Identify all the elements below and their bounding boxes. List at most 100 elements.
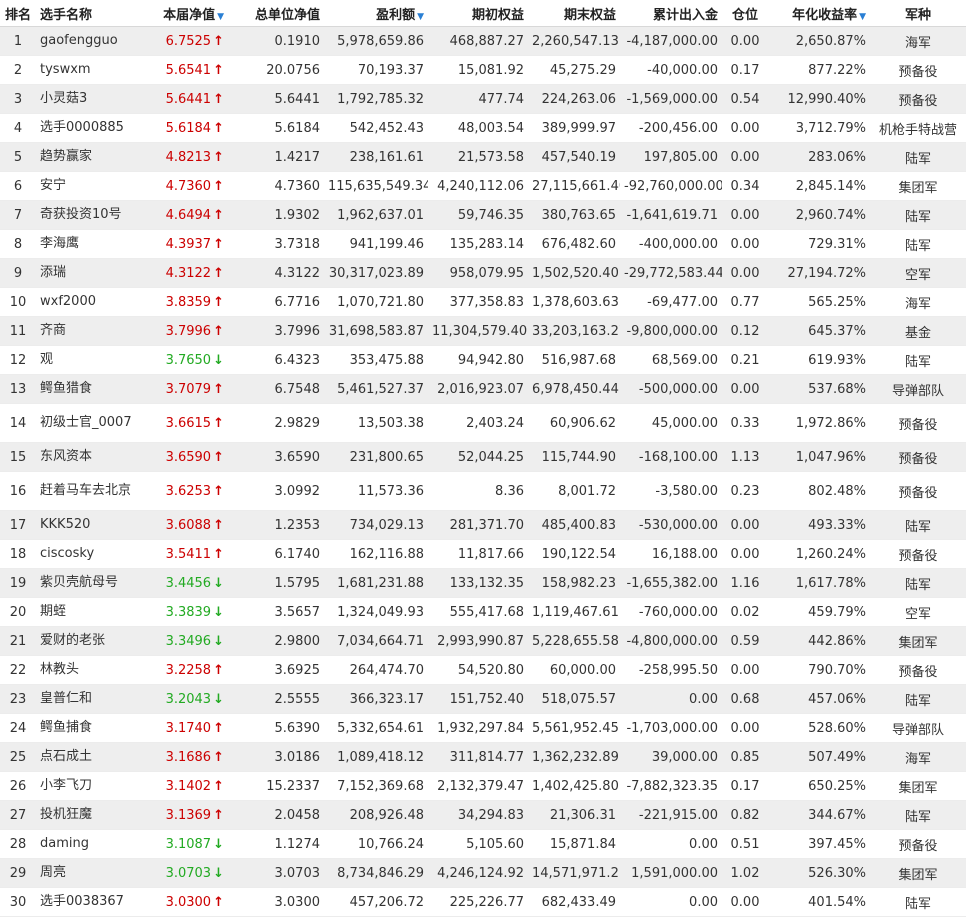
cell-nav: 3.4456 ↓ xyxy=(144,568,228,598)
table-row[interactable]: 24 鳄鱼捕食 3.1740 ↑ 5.6390 5,332,654.61 1,932,297… xyxy=(0,713,966,743)
table-row[interactable]: 30 选手0038367 3.0300 ↑ 3.0300 457,206.72 225,22… xyxy=(0,887,966,917)
cell-player-name[interactable]: ciscosky xyxy=(36,539,144,569)
cell-player-name[interactable]: 东风资本 xyxy=(36,442,144,472)
cell-branch: 基金 xyxy=(870,316,966,346)
table-row[interactable]: 27 投机狂魔 3.1369 ↑ 2.0458 208,926.48 34,294.83 21… xyxy=(0,800,966,830)
table-row[interactable]: 1 gaofengguo 6.7525 ↑ 0.1910 5,978,659.86 468,… xyxy=(0,26,966,56)
cell-initial-equity: 477.74 xyxy=(428,84,528,114)
cell-rank: 26 xyxy=(0,771,36,801)
cell-player-name[interactable]: gaofengguo xyxy=(36,26,144,56)
cell-total-nav: 1.5795 xyxy=(228,568,324,598)
cell-player-name[interactable]: 小灵菇3 xyxy=(36,84,144,114)
cell-player-name[interactable]: 奇获投资10号 xyxy=(36,200,144,230)
sort-down-icon[interactable]: ▼ xyxy=(417,12,424,22)
arrow-up-icon: ↑ xyxy=(213,483,224,499)
cell-player-name[interactable]: 鳄鱼捕食 xyxy=(36,713,144,743)
cell-player-name[interactable]: 周亮 xyxy=(36,858,144,888)
nav-value: 4.8213 xyxy=(165,149,212,165)
cell-player-name[interactable]: tyswxm xyxy=(36,55,144,85)
cell-player-name[interactable]: 鳄鱼猎食 xyxy=(36,374,144,404)
header-nav[interactable]: 本届净值 ▼ xyxy=(144,0,228,27)
table-row[interactable]: 4 选手0000885 5.6184 ↑ 5.6184 542,452.43 48,003.… xyxy=(0,113,966,143)
cell-player-name[interactable]: 选手0038367 xyxy=(36,887,144,917)
table-row[interactable]: 2 tyswxm 5.6541 ↑ 20.0756 70,193.37 15,081.92 4… xyxy=(0,55,966,85)
table-row[interactable]: 16 赶着马车去北京 3.6253 ↑ 3.0992 11,573.36 8.36 8,001… xyxy=(0,471,966,511)
cell-player-name[interactable]: 投机狂魔 xyxy=(36,800,144,830)
table-row[interactable]: 15 东风资本 3.6590 ↑ 3.6590 231,800.65 52,044.25 11… xyxy=(0,442,966,472)
header-branch[interactable]: 军种 xyxy=(870,0,966,27)
table-row[interactable]: 29 周亮 3.0703 ↓ 3.0703 8,734,846.29 4,246,124.9… xyxy=(0,858,966,888)
cell-annual-return: 1,972.86% xyxy=(768,403,870,443)
cell-player-name[interactable]: 趋势赢家 xyxy=(36,142,144,172)
cell-player-name[interactable]: 期蛭 xyxy=(36,597,144,627)
cell-player-name[interactable]: 添瑞 xyxy=(36,258,144,288)
table-row[interactable]: 5 趋势赢家 4.8213 ↑ 1.4217 238,161.61 21,573.58 457… xyxy=(0,142,966,172)
cell-initial-equity: 48,003.54 xyxy=(428,113,528,143)
table-row[interactable]: 18 ciscosky 3.5411 ↑ 6.1740 162,116.88 11,817.… xyxy=(0,539,966,569)
table-row[interactable]: 25 点石成土 3.1686 ↑ 3.0186 1,089,418.12 311,814.7… xyxy=(0,742,966,772)
table-row[interactable]: 8 李海鹰 4.3937 ↑ 3.7318 941,199.46 135,283.14 676… xyxy=(0,229,966,259)
table-row[interactable]: 26 小李飞刀 3.1402 ↑ 15.2337 7,152,369.68 2,132,37… xyxy=(0,771,966,801)
cell-annual-return: 457.06% xyxy=(768,684,870,714)
cell-player-name[interactable]: 皇普仁和 xyxy=(36,684,144,714)
cell-rank: 30 xyxy=(0,887,36,917)
table-row[interactable]: 10 wxf2000 3.8359 ↑ 6.7716 1,070,721.80 377,35… xyxy=(0,287,966,317)
cell-player-name[interactable]: 安宁 xyxy=(36,171,144,201)
cell-player-name[interactable]: wxf2000 xyxy=(36,287,144,317)
table-row[interactable]: 13 鳄鱼猎食 3.7079 ↑ 6.7548 5,461,527.37 2,016,923… xyxy=(0,374,966,404)
cell-rank: 9 xyxy=(0,258,36,288)
table-row[interactable]: 22 林教头 3.2258 ↑ 3.6925 264,474.70 54,520.80 60,… xyxy=(0,655,966,685)
table-row[interactable]: 12 观 3.7650 ↓ 6.4323 353,475.88 94,942.80 516,9… xyxy=(0,345,966,375)
table-row[interactable]: 20 期蛭 3.3839 ↓ 3.5657 1,324,049.93 555,417.68 1… xyxy=(0,597,966,627)
table-row[interactable]: 3 小灵菇3 5.6441 ↑ 5.6441 1,792,785.32 477.74 224,… xyxy=(0,84,966,114)
cell-profit: 5,461,527.37 xyxy=(324,374,428,404)
cell-total-nav: 6.1740 xyxy=(228,539,324,569)
cell-player-name[interactable]: 赶着马车去北京 xyxy=(36,471,144,511)
cell-position: 0.21 xyxy=(722,345,768,375)
cell-nav: 3.6615 ↑ xyxy=(144,403,228,443)
cell-player-name[interactable]: 初级士官_0007 xyxy=(36,403,144,443)
header-net-flow[interactable]: 累计出入金 xyxy=(620,0,722,27)
table-row[interactable]: 9 添瑞 4.3122 ↑ 4.3122 30,317,023.89 958,079.95 1… xyxy=(0,258,966,288)
header-rank[interactable]: 排名 xyxy=(0,0,36,27)
header-profit[interactable]: 盈利额 ▼ xyxy=(324,0,428,27)
header-name[interactable]: 选手名称 xyxy=(36,0,144,27)
table-row[interactable]: 11 齐商 3.7996 ↑ 3.7996 31,698,583.87 11,304,579… xyxy=(0,316,966,346)
table-row[interactable]: 28 daming 3.1087 ↓ 1.1274 10,766.24 5,105.60 15… xyxy=(0,829,966,859)
sort-down-icon[interactable]: ▼ xyxy=(217,12,224,22)
cell-final-equity: 60,000.00 xyxy=(528,655,620,685)
cell-player-name[interactable]: 李海鹰 xyxy=(36,229,144,259)
cell-player-name[interactable]: 点石成土 xyxy=(36,742,144,772)
cell-player-name[interactable]: 爱财的老张 xyxy=(36,626,144,656)
header-position[interactable]: 仓位 xyxy=(722,0,768,27)
cell-annual-return: 526.30% xyxy=(768,858,870,888)
header-total-nav[interactable]: 总单位净值 xyxy=(228,0,324,27)
cell-position: 0.17 xyxy=(722,771,768,801)
cell-total-nav: 3.0186 xyxy=(228,742,324,772)
table-row[interactable]: 6 安宁 4.7360 ↑ 4.7360 115,635,549.34 4,240,112.… xyxy=(0,171,966,201)
nav-value: 3.2043 xyxy=(165,691,212,707)
header-annual-return[interactable]: 年化收益率 ▼ xyxy=(768,0,870,27)
nav-value: 3.3839 xyxy=(165,604,212,620)
cell-player-name[interactable]: 齐商 xyxy=(36,316,144,346)
cell-branch: 陆军 xyxy=(870,887,966,917)
table-row[interactable]: 7 奇获投资10号 4.6494 ↑ 1.9302 1,962,637.01 59,746.… xyxy=(0,200,966,230)
table-row[interactable]: 14 初级士官_0007 3.6615 ↑ 2.9829 13,503.38 2,403.2… xyxy=(0,403,966,443)
table-row[interactable]: 23 皇普仁和 3.2043 ↓ 2.5555 366,323.17 151,752.40 5… xyxy=(0,684,966,714)
table-row[interactable]: 19 紫贝壳航母号 3.4456 ↓ 1.5795 1,681,231.88 133,132… xyxy=(0,568,966,598)
nav-value: 3.5411 xyxy=(165,546,212,562)
header-final-equity[interactable]: 期末权益 xyxy=(528,0,620,27)
cell-player-name[interactable]: 小李飞刀 xyxy=(36,771,144,801)
cell-total-nav: 1.2353 xyxy=(228,510,324,540)
cell-player-name[interactable]: 紫贝壳航母号 xyxy=(36,568,144,598)
header-initial-equity[interactable]: 期初权益 xyxy=(428,0,528,27)
cell-position: 1.02 xyxy=(722,858,768,888)
table-row[interactable]: 21 爱财的老张 3.3496 ↓ 2.9800 7,034,664.71 2,993,99… xyxy=(0,626,966,656)
cell-player-name[interactable]: 选手0000885 xyxy=(36,113,144,143)
cell-player-name[interactable]: 林教头 xyxy=(36,655,144,685)
cell-player-name[interactable]: daming xyxy=(36,829,144,859)
sort-down-icon[interactable]: ▼ xyxy=(859,12,866,22)
cell-player-name[interactable]: 观 xyxy=(36,345,144,375)
cell-player-name[interactable]: KKK520 xyxy=(36,510,144,540)
table-row[interactable]: 17 KKK520 3.6088 ↑ 1.2353 734,029.13 281,371.7… xyxy=(0,510,966,540)
